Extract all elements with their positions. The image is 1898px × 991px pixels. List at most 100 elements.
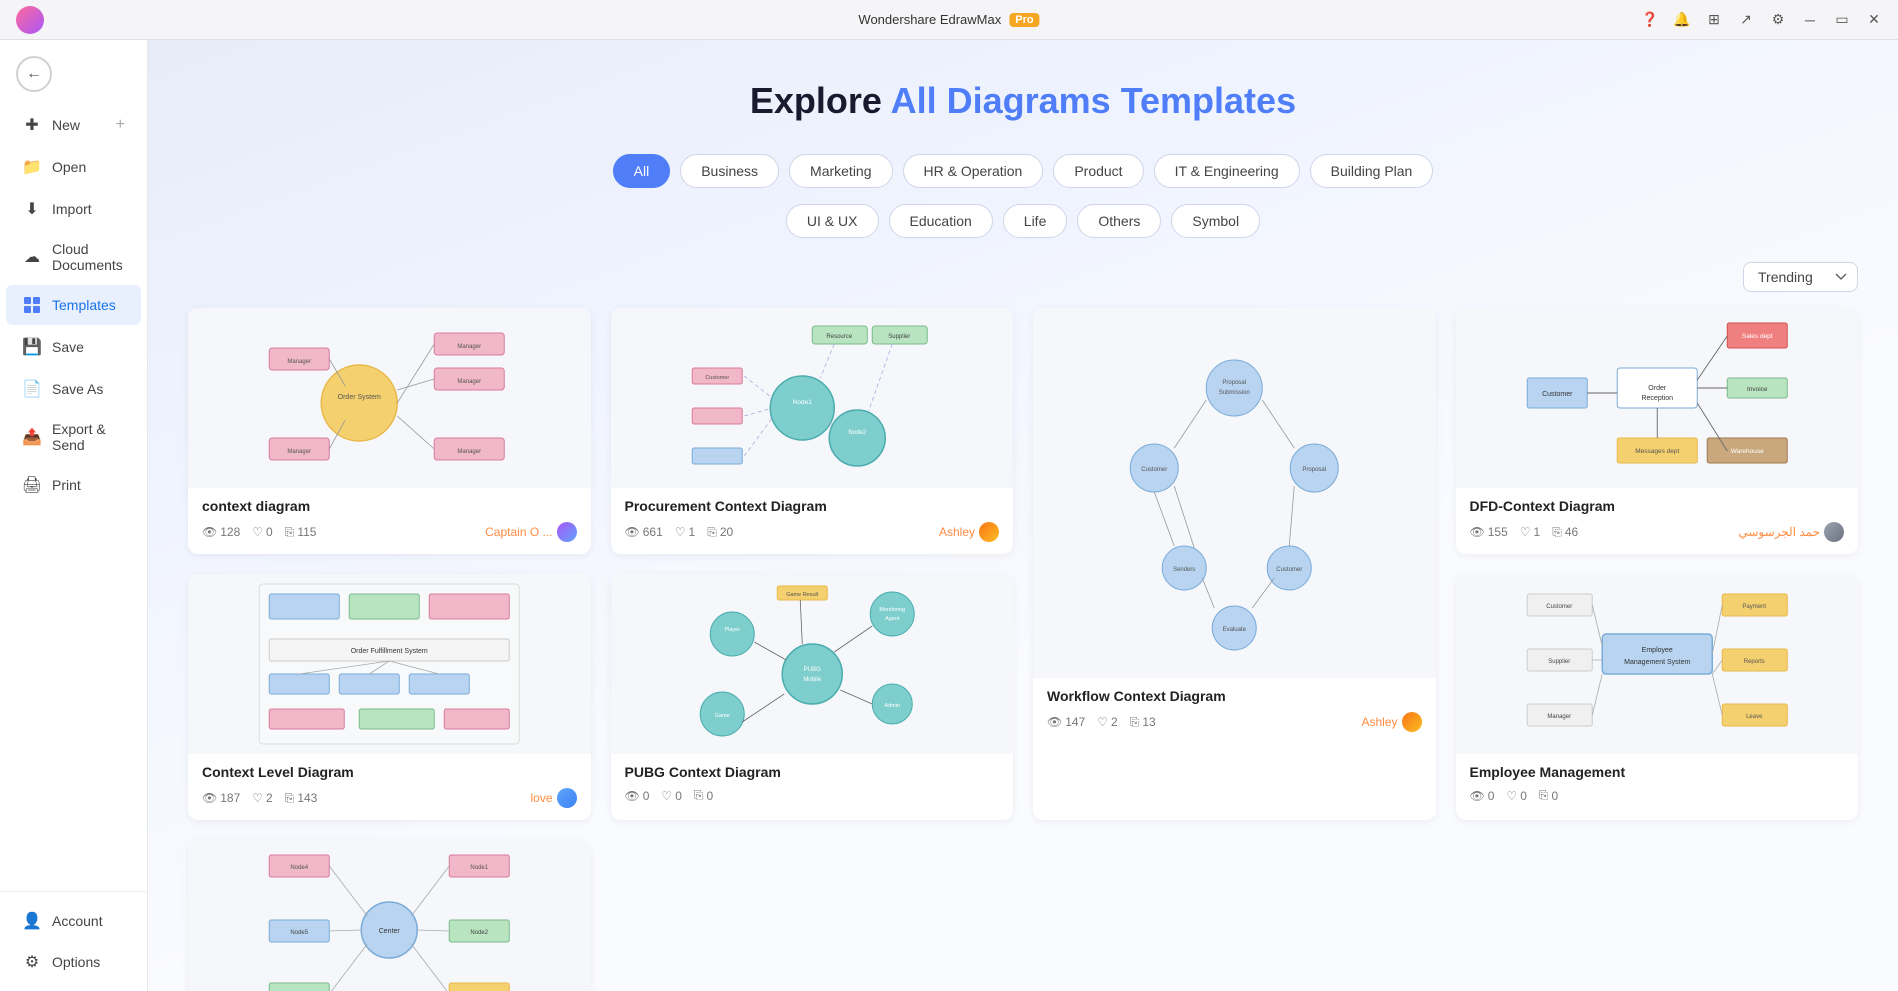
sidebar-templates-label: Templates	[52, 297, 116, 313]
template-name: DFD-Context Diagram	[1470, 498, 1845, 514]
svg-text:Resource: Resource	[826, 334, 852, 340]
template-name: PUBG Context Diagram	[625, 764, 1000, 780]
template-name: Procurement Context Diagram	[625, 498, 1000, 514]
copies-count: ⎘ 0	[1539, 788, 1558, 803]
filter-uiux[interactable]: UI & UX	[786, 204, 879, 238]
filter-others[interactable]: Others	[1077, 204, 1161, 238]
likes-count: ♡ 1	[675, 525, 695, 539]
svg-text:Employee: Employee	[1641, 647, 1672, 654]
settings-icon[interactable]: ⚙	[1770, 12, 1786, 28]
template-thumbnail: Order Fulfillment System	[188, 574, 591, 754]
template-card[interactable]: Node1 Node2 Resource Supplier Customer	[611, 308, 1014, 554]
template-grid: Order System Manager Manager Manager Man…	[188, 308, 1858, 991]
template-card[interactable]: Order System Manager Manager Manager Man…	[188, 308, 591, 554]
back-icon[interactable]: ←	[16, 56, 52, 92]
svg-text:Customer: Customer	[705, 375, 729, 381]
filter-business[interactable]: Business	[680, 154, 779, 188]
filter-row-1: All Business Marketing HR & Operation Pr…	[188, 154, 1858, 188]
sidebar-print-label: Print	[52, 477, 81, 493]
copies-count: ⎘ 115	[285, 525, 317, 540]
sidebar-item-import[interactable]: ⬇ Import	[6, 189, 141, 229]
likes-count: ♡ 0	[252, 525, 272, 539]
author-name: حمد الجرسوسي	[1738, 522, 1844, 542]
svg-text:Agent: Agent	[885, 616, 900, 622]
template-card[interactable]: Player Monitoring Agent PUBG Mobile Admi…	[611, 574, 1014, 820]
filter-life[interactable]: Life	[1003, 204, 1068, 238]
template-meta: 👁 155 ♡ 1 ⎘ 46 حمد الجرسوسي	[1470, 522, 1845, 542]
filter-all[interactable]: All	[613, 154, 671, 188]
filter-product[interactable]: Product	[1053, 154, 1143, 188]
template-name: Employee Management	[1470, 764, 1845, 780]
svg-text:Admin: Admin	[884, 703, 900, 709]
svg-text:Payment: Payment	[1742, 604, 1766, 610]
svg-text:Submission: Submission	[1219, 390, 1250, 396]
svg-text:Customer: Customer	[1542, 391, 1573, 398]
sidebar-item-templates[interactable]: Templates	[6, 285, 141, 325]
sidebar-item-print[interactable]: 🖨 Print	[6, 465, 141, 505]
filter-marketing[interactable]: Marketing	[789, 154, 892, 188]
template-card[interactable]: Proposal Submission Customer Proposal Se…	[1033, 308, 1436, 820]
filter-it[interactable]: IT & Engineering	[1154, 154, 1300, 188]
sidebar-item-saveas[interactable]: 📄 Save As	[6, 369, 141, 409]
copies-count: ⎘ 13	[1130, 715, 1156, 730]
template-thumbnail: Order System Manager Manager Manager Man…	[188, 308, 591, 488]
svg-text:Center: Center	[379, 928, 401, 935]
svg-text:PUBG: PUBG	[803, 667, 820, 673]
filter-building[interactable]: Building Plan	[1310, 154, 1434, 188]
grid-icon[interactable]: ⊞	[1706, 12, 1722, 28]
filter-hr[interactable]: HR & Operation	[903, 154, 1044, 188]
template-thumbnail: Node1 Node2 Resource Supplier Customer	[611, 308, 1014, 488]
svg-text:Supplier: Supplier	[1548, 659, 1570, 665]
template-card[interactable]: Employee Management System Customer Supp…	[1456, 574, 1859, 820]
sidebar-item-open[interactable]: 📁 Open	[6, 147, 141, 187]
sidebar-item-export[interactable]: 📤 Export & Send	[6, 411, 141, 463]
svg-text:Node2: Node2	[470, 930, 488, 936]
sidebar-saveas-label: Save As	[52, 381, 103, 397]
minimize-button[interactable]: ─	[1802, 12, 1818, 28]
template-info: DFD-Context Diagram 👁 155 ♡ 1 ⎘ 46 حمد ا…	[1456, 488, 1859, 554]
template-card[interactable]: Order Fulfillment System Contex	[188, 574, 591, 820]
svg-text:Mobile: Mobile	[803, 677, 821, 683]
template-name: Context Level Diagram	[202, 764, 577, 780]
likes-count: ♡ 1	[1520, 525, 1540, 539]
svg-text:Evaluate: Evaluate	[1223, 627, 1247, 633]
notification-icon[interactable]: 🔔	[1674, 12, 1690, 28]
svg-text:Manager: Manager	[457, 379, 481, 385]
sort-select[interactable]: Trending Newest Most Used	[1743, 262, 1858, 292]
sidebar-export-label: Export & Send	[52, 421, 125, 453]
help-icon[interactable]: ❓	[1642, 12, 1658, 28]
views-count: 👁 0	[1470, 789, 1495, 803]
sidebar-item-save[interactable]: 💾 Save	[6, 327, 141, 367]
svg-text:Senders: Senders	[1173, 567, 1195, 573]
sidebar-item-account[interactable]: 👤 Account	[6, 901, 141, 941]
template-name: context diagram	[202, 498, 577, 514]
sidebar-item-options[interactable]: ⚙ Options	[6, 942, 141, 982]
template-thumbnail: Proposal Submission Customer Proposal Se…	[1033, 308, 1436, 678]
share-icon[interactable]: ↗	[1738, 12, 1754, 28]
template-info: PUBG Context Diagram 👁 0 ♡ 0 ⎘ 0	[611, 754, 1014, 815]
filter-education[interactable]: Education	[889, 204, 993, 238]
filter-symbol[interactable]: Symbol	[1171, 204, 1260, 238]
svg-text:Node4: Node4	[290, 865, 308, 871]
account-icon: 👤	[22, 911, 42, 931]
user-avatar[interactable]	[16, 6, 44, 34]
svg-text:Sales dept: Sales dept	[1741, 333, 1772, 340]
svg-text:Reports: Reports	[1743, 659, 1764, 665]
svg-text:Leave: Leave	[1746, 714, 1763, 720]
maximize-button[interactable]: ▭	[1834, 12, 1850, 28]
sidebar-item-new[interactable]: ✚ New +	[6, 105, 141, 145]
copies-count: ⎘ 143	[285, 791, 318, 806]
svg-text:Proposal: Proposal	[1222, 380, 1246, 386]
sidebar-item-cloud[interactable]: ☁ Cloud Documents	[6, 231, 141, 283]
app-title: Wondershare EdrawMax	[858, 12, 1001, 27]
svg-text:Supplier: Supplier	[888, 334, 910, 340]
template-card[interactable]: Customer Order Reception Sales dept Invo…	[1456, 308, 1859, 554]
author-avatar	[1824, 522, 1844, 542]
template-card[interactable]: Center Node1 Node2 Node3 Node4 Node5	[188, 840, 591, 991]
close-button[interactable]: ✕	[1866, 12, 1882, 28]
svg-text:Node1: Node1	[792, 399, 812, 406]
back-button[interactable]: ←	[0, 48, 147, 100]
new-plus-icon: +	[116, 116, 125, 134]
author-avatar	[1402, 712, 1422, 732]
page-title: Explore All Diagrams Templates	[188, 80, 1858, 122]
